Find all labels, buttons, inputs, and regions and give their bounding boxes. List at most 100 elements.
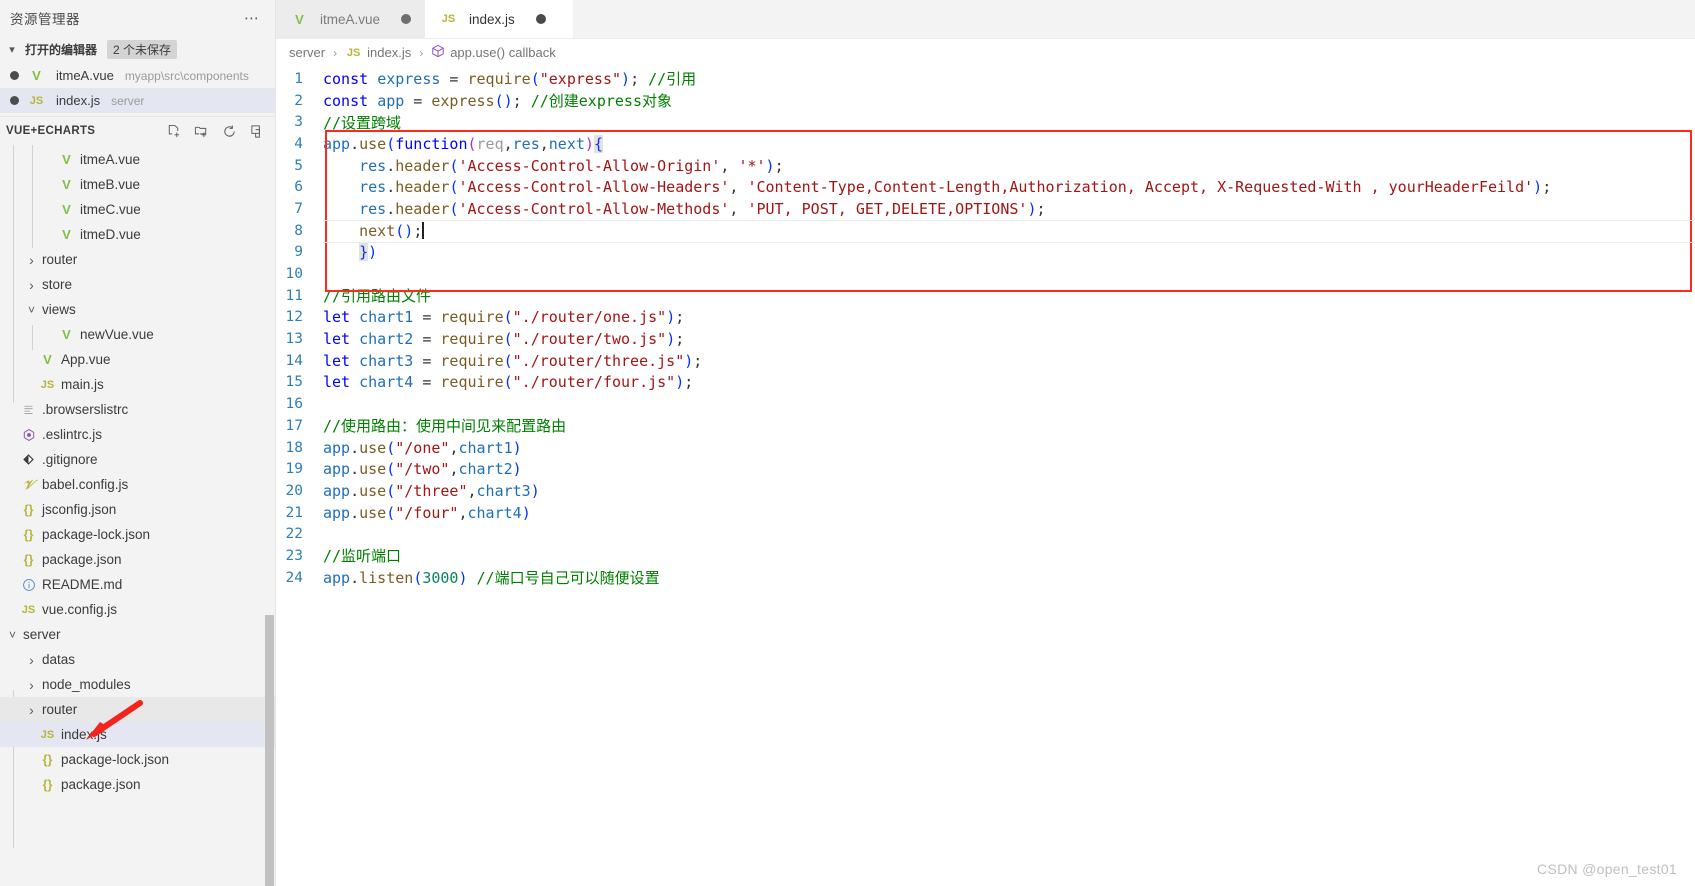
line-content: let chart4 = require("./router/four.js")… bbox=[323, 373, 694, 392]
code-editor[interactable]: 1 const express = require("express"); //引… bbox=[276, 66, 1695, 886]
code-line[interactable]: 8 next(); bbox=[276, 220, 1695, 242]
tree-item-views[interactable]: ˅ views bbox=[0, 297, 275, 322]
line-number: 21 bbox=[285, 504, 303, 521]
tree-item-main-js[interactable]: JS main.js bbox=[0, 372, 275, 397]
tree-item-label: itmeA.vue bbox=[80, 152, 141, 167]
tree-item-index-js[interactable]: JS index.js bbox=[0, 722, 275, 747]
js-file-icon: JS bbox=[29, 94, 44, 107]
tree-item-itmea-vue[interactable]: VitmeA.vue bbox=[0, 147, 275, 172]
tree-item-label: itmeD.vue bbox=[80, 227, 141, 242]
code-line[interactable]: 4 app.use(function(req,res,next){ bbox=[276, 133, 1695, 155]
code-line[interactable]: 24 app.listen(3000) //端口号自己可以随便设置 bbox=[276, 567, 1695, 589]
unsaved-dot-icon[interactable] bbox=[10, 71, 19, 80]
tree-item-app-vue[interactable]: V App.vue bbox=[0, 347, 275, 372]
unsaved-dot-icon[interactable] bbox=[10, 96, 19, 105]
line-number: 16 bbox=[285, 396, 303, 413]
code-line[interactable]: 6 res.header('Access-Control-Allow-Heade… bbox=[276, 176, 1695, 198]
breadcrumb-item-server[interactable]: server bbox=[289, 45, 325, 60]
vue-file-icon: V bbox=[32, 68, 41, 83]
code-line[interactable]: 15 let chart4 = require("./router/four.js… bbox=[276, 372, 1695, 394]
tree-item-jsconfig-json[interactable]: {} jsconfig.json bbox=[0, 497, 275, 522]
code-line[interactable]: 20 app.use("/three",chart3) bbox=[276, 480, 1695, 502]
tree-item-babel-config-js[interactable]: 𝒱babel.config.js bbox=[0, 472, 275, 497]
new-file-icon[interactable] bbox=[166, 124, 181, 139]
breadcrumb-label: index.js bbox=[367, 45, 412, 60]
tree-item-gitignore[interactable]: .gitignore bbox=[0, 447, 275, 472]
line-number: 4 bbox=[294, 135, 303, 152]
sidebar-scrollbar[interactable] bbox=[265, 615, 274, 886]
open-editor-item[interactable]: V itmeA.vue myapp\src\components bbox=[0, 63, 275, 88]
collapse-all-icon[interactable] bbox=[250, 124, 265, 139]
chevron-right-icon: › bbox=[29, 701, 34, 718]
code-line[interactable]: 10 bbox=[276, 263, 1695, 285]
line-number: 15 bbox=[285, 374, 303, 391]
tree-item-itmeb-vue[interactable]: VitmeB.vue bbox=[0, 172, 275, 197]
tree-item-package-json[interactable]: {} package.json bbox=[0, 547, 275, 572]
code-line[interactable]: 1 const express = require("express"); //引… bbox=[276, 68, 1695, 90]
code-line[interactable]: 5 res.header('Access-Control-Allow-Origi… bbox=[276, 155, 1695, 177]
explorer-section-header[interactable]: VUE+ECHARTS bbox=[0, 116, 275, 145]
tree-item-itmed-vue[interactable]: VitmeD.vue bbox=[0, 222, 275, 247]
tab-itmeA-vue[interactable]: V itmeA.vue bbox=[276, 0, 426, 38]
tree-item-label: store bbox=[42, 277, 73, 292]
tree-item-server[interactable]: ˅ server bbox=[0, 622, 275, 647]
breadcrumb-item-symbol[interactable]: app.use() callback bbox=[431, 44, 556, 61]
code-line[interactable]: 12 let chart1 = require("./router/one.js"… bbox=[276, 307, 1695, 329]
tree-item-readme-md[interactable]: README.md bbox=[0, 572, 275, 597]
chevron-right-icon: › bbox=[333, 45, 338, 60]
line-content: //设置跨域 bbox=[323, 113, 402, 132]
tree-item-store[interactable]: › store bbox=[0, 272, 275, 297]
tree-item-browserslistrc[interactable]: .browserslistrc bbox=[0, 397, 275, 422]
code-line[interactable]: 11 //引用路由文件 bbox=[276, 285, 1695, 307]
unsaved-dot-icon[interactable] bbox=[535, 14, 546, 24]
code-line[interactable]: 3 //设置跨域 bbox=[276, 111, 1695, 133]
code-line[interactable]: 14 let chart3 = require("./router/three.j… bbox=[276, 350, 1695, 372]
code-line[interactable]: 2 const app = express(); //创建express对象 bbox=[276, 90, 1695, 112]
vue-file-icon: V bbox=[43, 352, 52, 367]
tree-item-label: App.vue bbox=[61, 352, 111, 367]
chevron-right-icon: › bbox=[419, 45, 424, 60]
tree-item-package-lock-json[interactable]: {} package-lock.json bbox=[0, 522, 275, 547]
tree-item-package-lock-json[interactable]: {} package-lock.json bbox=[0, 747, 275, 772]
unsaved-dot-icon[interactable] bbox=[401, 14, 412, 24]
code-line[interactable]: 21 app.use("/four",chart4) bbox=[276, 502, 1695, 524]
tree-item-label: package-lock.json bbox=[61, 752, 170, 767]
line-number: 11 bbox=[285, 287, 303, 304]
tree-item-label: itmeB.vue bbox=[80, 177, 141, 192]
code-line[interactable]: 19 app.use("/two",chart2) bbox=[276, 458, 1695, 480]
code-line[interactable]: 22 bbox=[276, 523, 1695, 545]
line-content: const express = require("express"); //引用 bbox=[323, 70, 697, 89]
open-editors-header[interactable]: ▾ 打开的编辑器 2 个未保存 bbox=[0, 36, 275, 63]
open-editors-label: 打开的编辑器 bbox=[25, 43, 98, 57]
tree-item-router[interactable]: › router bbox=[0, 247, 275, 272]
tree-item-label: server bbox=[23, 627, 61, 642]
refresh-icon[interactable] bbox=[222, 124, 237, 139]
ellipsis-icon[interactable]: ⋯ bbox=[244, 9, 261, 27]
open-editor-item[interactable]: JS index.js server bbox=[0, 88, 275, 113]
tree-item-router[interactable]: › router bbox=[0, 697, 275, 722]
tree-item-label: itmeC.vue bbox=[80, 202, 141, 217]
tree-item-eslintrc-js[interactable]: .eslintrc.js bbox=[0, 422, 275, 447]
tree-item-itmec-vue[interactable]: VitmeC.vue bbox=[0, 197, 275, 222]
tree-item-node-modules[interactable]: › node_modules bbox=[0, 672, 275, 697]
code-line[interactable]: 9 }) bbox=[276, 242, 1695, 264]
tab-index-js[interactable]: JS index.js bbox=[425, 0, 574, 38]
code-line[interactable]: 7 res.header('Access-Control-Allow-Metho… bbox=[276, 198, 1695, 220]
line-content: app.use("/three",chart3) bbox=[323, 481, 540, 500]
tree-item-newvue-vue[interactable]: VnewVue.vue bbox=[0, 322, 275, 347]
code-line[interactable]: 23 //监听端口 bbox=[276, 545, 1695, 567]
tree-item-vue-config-js[interactable]: JS vue.config.js bbox=[0, 597, 275, 622]
tab-label: index.js bbox=[469, 11, 515, 27]
code-line[interactable]: 18 app.use("/one",chart1) bbox=[276, 437, 1695, 459]
line-number: 13 bbox=[285, 331, 303, 348]
line-content: let chart3 = require("./router/three.js"… bbox=[323, 351, 703, 370]
code-line[interactable]: 17 //使用路由：使用中间见来配置路由 bbox=[276, 415, 1695, 437]
code-line[interactable]: 16 bbox=[276, 393, 1695, 415]
new-folder-icon[interactable] bbox=[194, 124, 209, 139]
js-file-icon: JS bbox=[346, 46, 361, 59]
code-line[interactable]: 13 let chart2 = require("./router/two.js"… bbox=[276, 328, 1695, 350]
line-content: res.header('Access-Control-Allow-Origin'… bbox=[359, 156, 784, 175]
breadcrumb-item-index-js[interactable]: JS index.js bbox=[345, 45, 411, 60]
tree-item-package-json[interactable]: {} package.json bbox=[0, 772, 275, 797]
tree-item-datas[interactable]: › datas bbox=[0, 647, 275, 672]
